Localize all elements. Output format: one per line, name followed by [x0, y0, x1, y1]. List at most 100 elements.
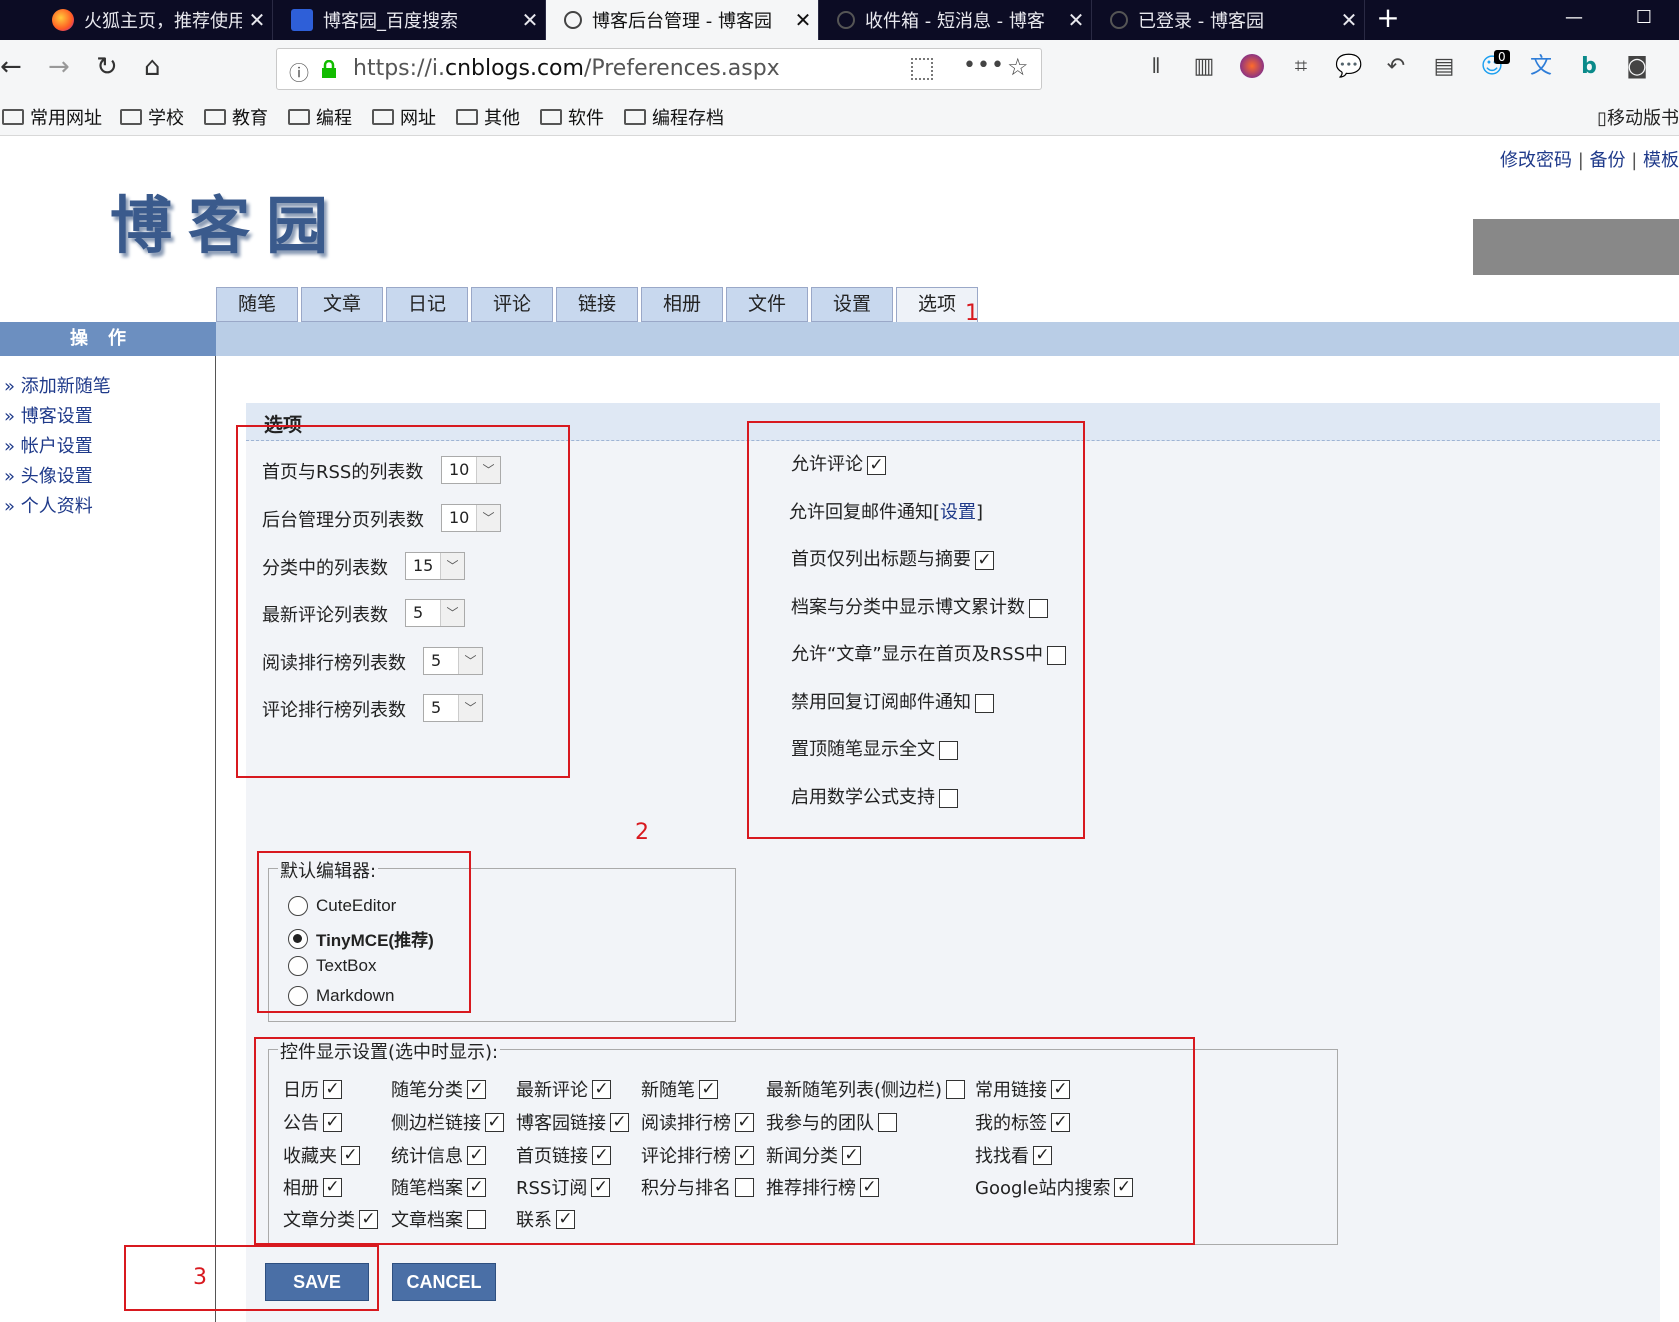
reader-icon[interactable]: ▤ [1431, 54, 1457, 80]
annotation-box-list-counts [236, 425, 570, 778]
bookmark-folder[interactable]: 教育 [204, 104, 268, 130]
cnblogs-icon [564, 11, 582, 29]
change-password-link[interactable]: 修改密码 [1500, 150, 1572, 171]
banner-placeholder [1473, 219, 1679, 275]
url-prefix: https://i. [353, 56, 445, 81]
folder-icon [624, 109, 646, 125]
close-tab-icon[interactable]: ✕ [1334, 8, 1364, 32]
folder-icon [456, 109, 478, 125]
reload-icon[interactable]: ↻ [96, 52, 118, 82]
url-host: cnblogs.com [444, 56, 584, 81]
bookmark-folder[interactable]: 其他 [456, 104, 520, 130]
backup-link[interactable]: 备份 [1589, 150, 1625, 171]
sidebar-item-blog-settings[interactable]: » 博客设置 [4, 402, 93, 428]
bookmark-label: 学校 [148, 108, 184, 129]
mobile-bookmarks[interactable]: ▯移动版书 [1597, 104, 1679, 130]
more-actions-icon[interactable]: ••• [963, 53, 1005, 78]
firefox-icon [52, 9, 74, 31]
close-tab-icon[interactable]: ✕ [242, 8, 272, 32]
library-icon[interactable]: 𝍪 [1143, 54, 1169, 80]
template-link[interactable]: 模板 [1643, 150, 1679, 171]
annotation-box-widgets [254, 1037, 1195, 1245]
browser-toolbar: ← → ↻ ⌂ ⓘ https://i.cnblogs.com/Preferen… [0, 40, 1679, 96]
phone-icon: ▯ [1597, 108, 1607, 129]
browser-tab-inbox[interactable]: 收件箱 - 短消息 - 博客 ✕ [819, 0, 1092, 40]
firefox-color-icon[interactable] [1240, 54, 1264, 78]
bookmark-folder[interactable]: 学校 [120, 104, 184, 130]
bookmark-label: 编程存档 [652, 108, 724, 129]
annotation-box-toggles [747, 421, 1085, 839]
sidebar-item-avatar-settings[interactable]: » 头像设置 [4, 462, 93, 488]
annotation-number-2: 2 [635, 820, 649, 845]
translate-icon[interactable]: ⽂ [1528, 54, 1554, 80]
bookmark-folder[interactable]: 编程 [288, 104, 352, 130]
chat-icon[interactable]: 💬 [1335, 54, 1362, 80]
tab-title: 博客园_百度搜索 [323, 11, 458, 32]
url-path: /Preferences.aspx [583, 56, 780, 81]
bookmark-folder[interactable]: 编程存档 [624, 104, 724, 130]
nav-bar-strip [0, 322, 1679, 356]
site-logo[interactable]: 博客园 [110, 175, 344, 265]
bookmark-star-icon[interactable]: ☆ [1007, 53, 1029, 81]
tab-articles[interactable]: 文章 [301, 287, 383, 322]
back-icon[interactable]: ← [0, 52, 22, 82]
sidebar-icon[interactable]: ▥ [1191, 54, 1217, 80]
browser-tab-baidu[interactable]: 博客园_百度搜索 ✕ [273, 0, 546, 40]
tab-albums[interactable]: 相册 [641, 287, 723, 322]
bookmark-label: 常用网址 [30, 108, 102, 129]
forward-icon[interactable]: → [48, 52, 70, 82]
tab-files[interactable]: 文件 [726, 287, 808, 322]
baidu-paw-icon [291, 9, 313, 31]
bookmark-folder[interactable]: 软件 [540, 104, 604, 130]
tab-title: 已登录 - 博客园 [1138, 11, 1264, 32]
sidebar-item-add-post[interactable]: » 添加新随笔 [4, 372, 111, 398]
bookmark-label: 其他 [484, 108, 520, 129]
annotation-number-1: 1 [965, 301, 979, 326]
cancel-button[interactable]: CANCEL [392, 1263, 496, 1301]
extension-icon[interactable]: ◙ [1624, 54, 1650, 80]
tab-title: 收件箱 - 短消息 - 博客 [865, 11, 1045, 32]
bookmark-label: 编程 [316, 108, 352, 129]
close-tab-icon[interactable]: ✕ [788, 8, 818, 32]
sidebar-item-account-settings[interactable]: » 帐户设置 [4, 432, 93, 458]
tab-diary[interactable]: 日记 [386, 287, 468, 322]
undo-icon[interactable]: ↶ [1383, 54, 1409, 80]
browser-tab-logged-in[interactable]: 已登录 - 博客园 ✕ [1092, 0, 1365, 40]
cnblogs-icon [837, 11, 855, 29]
tab-posts[interactable]: 随笔 [216, 287, 298, 322]
tab-settings[interactable]: 设置 [811, 287, 893, 322]
lock-icon [321, 59, 337, 78]
folder-icon [120, 109, 142, 125]
sidebar-item-profile[interactable]: » 个人资料 [4, 492, 93, 518]
info-icon[interactable]: ⓘ [289, 57, 309, 86]
minimize-icon[interactable]: — [1539, 0, 1609, 40]
bing-icon[interactable]: b [1576, 54, 1602, 80]
annotation-number-3: 3 [193, 1265, 207, 1290]
maximize-icon[interactable]: ☐ [1609, 0, 1679, 40]
qr-code-icon[interactable] [911, 58, 933, 80]
header-links: 修改密码 | 备份 | 模板 [1499, 150, 1679, 171]
folder-icon [540, 109, 562, 125]
bookmarks-bar: 常用网址 学校 教育 编程 网址 其他 软件 编程存档 ▯移动版书 [0, 96, 1679, 136]
browser-tab-strip: 火狐主页，推荐使用 Fi ✕ 博客园_百度搜索 ✕ 博客后台管理 - 博客园 ✕… [0, 0, 1679, 40]
browser-tab-blog-admin[interactable]: 博客后台管理 - 博客园 ✕ [546, 0, 819, 40]
mobile-bookmark-label: 移动版书 [1607, 108, 1679, 129]
tab-title: 火狐主页，推荐使用 Fi [84, 11, 242, 32]
tab-links[interactable]: 链接 [556, 287, 638, 322]
annotation-box-save [124, 1245, 379, 1311]
address-bar[interactable]: ⓘ https://i.cnblogs.com/Preferences.aspx… [276, 48, 1042, 90]
browser-tab-firefox-home[interactable]: 火狐主页，推荐使用 Fi ✕ [0, 0, 273, 40]
close-tab-icon[interactable]: ✕ [515, 8, 545, 32]
tab-comments[interactable]: 评论 [471, 287, 553, 322]
bookmark-folder[interactable]: 网址 [372, 104, 436, 130]
crop-icon[interactable]: ⌗ [1288, 54, 1314, 80]
folder-icon [2, 109, 24, 125]
folder-icon [372, 109, 394, 125]
tab-title: 博客后台管理 - 博客园 [592, 11, 772, 32]
cnblogs-icon [1110, 11, 1128, 29]
new-tab-button[interactable]: + [1365, 0, 1411, 40]
url-text: https://i.cnblogs.com/Preferences.aspx [353, 56, 780, 81]
close-tab-icon[interactable]: ✕ [1061, 8, 1091, 32]
bookmark-folder[interactable]: 常用网址 [2, 104, 102, 130]
home-icon[interactable]: ⌂ [144, 52, 161, 82]
